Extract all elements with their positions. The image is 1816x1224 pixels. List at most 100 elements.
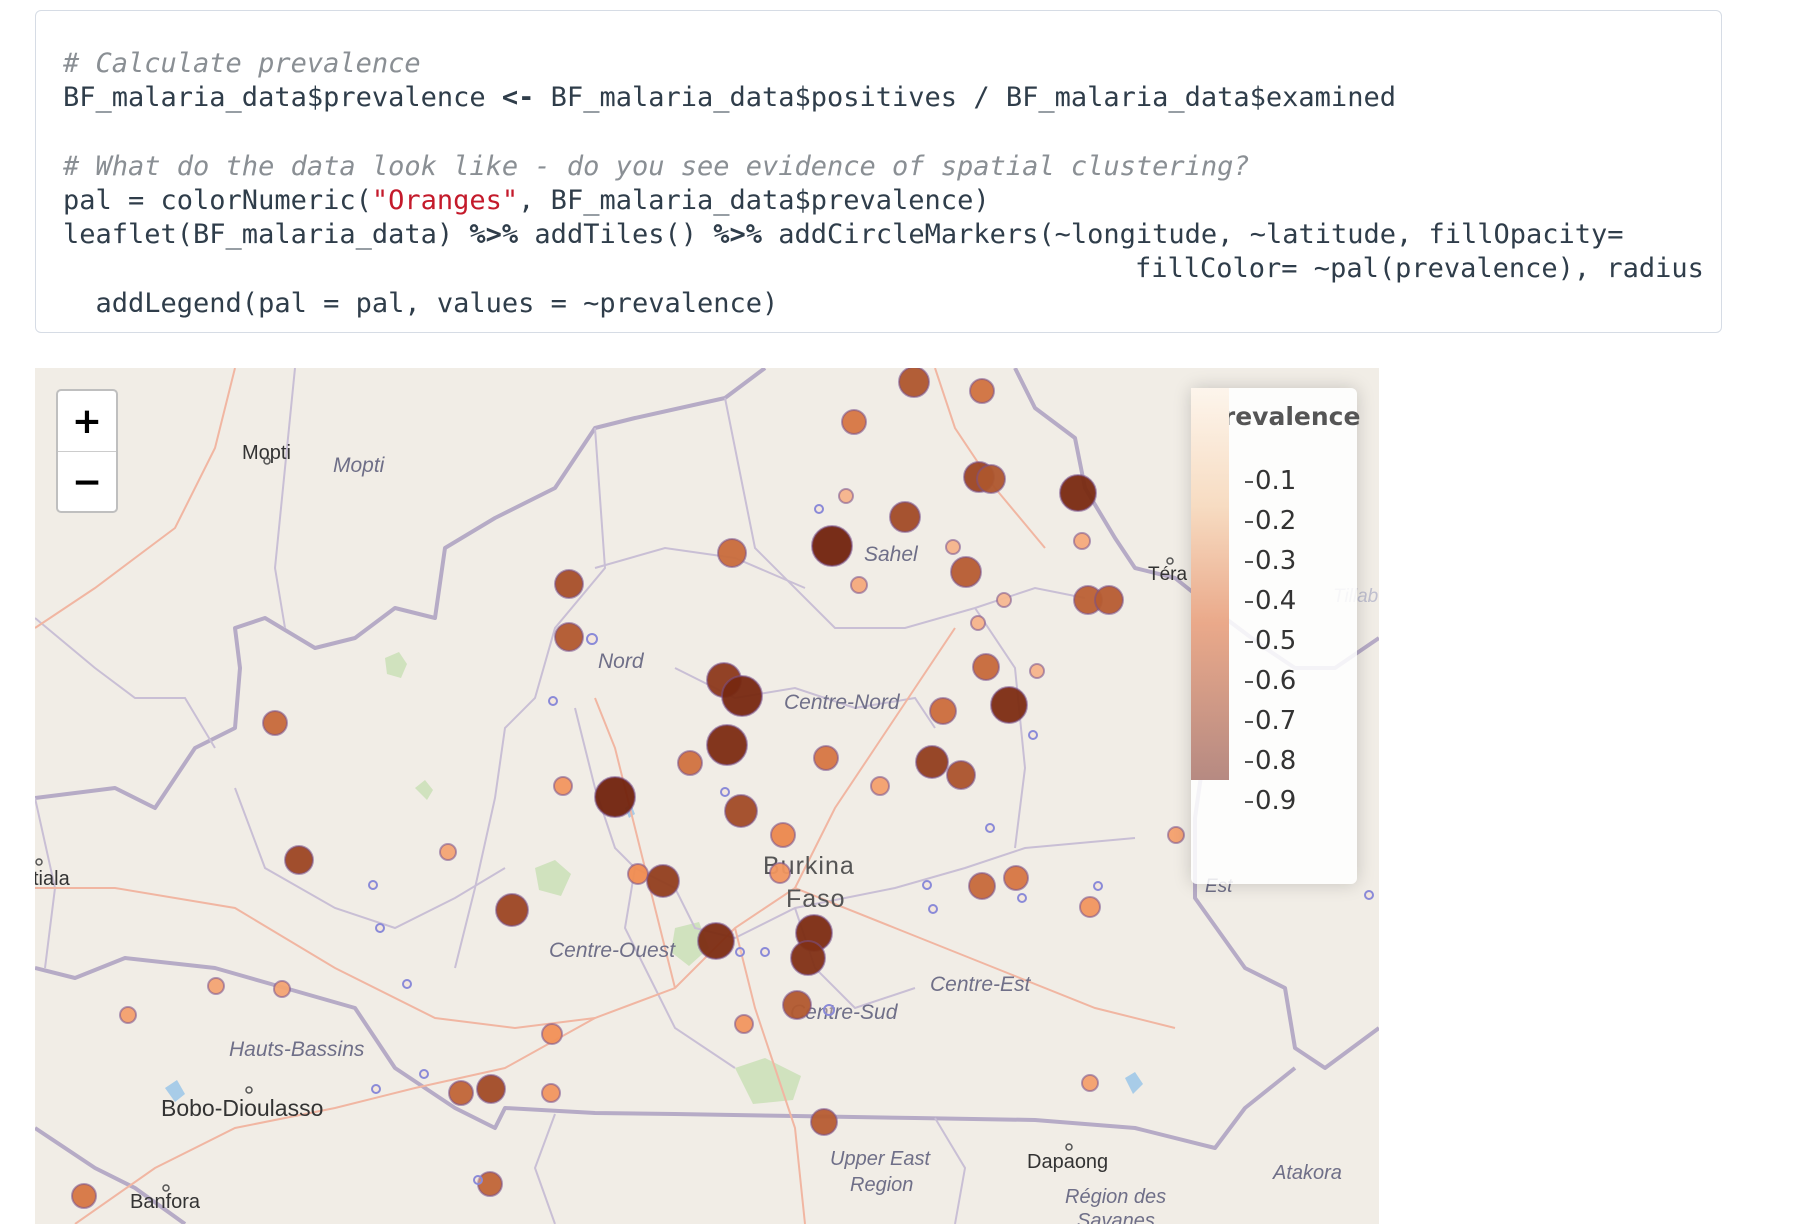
prevalence-marker[interactable] [697, 922, 735, 960]
prevalence-marker[interactable] [928, 904, 938, 914]
prevalence-marker[interactable] [476, 1074, 506, 1104]
legend-tick: 0.5 [1245, 626, 1296, 656]
prevalence-marker[interactable] [541, 1083, 561, 1103]
code-line: BF_malaria_data$prevalence <- BF_malaria… [63, 82, 1396, 113]
code-block: # Calculate prevalence BF_malaria_data$p… [35, 10, 1722, 333]
prevalence-marker[interactable] [760, 947, 770, 957]
prevalence-marker[interactable] [477, 1171, 503, 1197]
legend-tick: 0.6 [1245, 666, 1296, 696]
prevalence-marker[interactable] [646, 864, 680, 898]
prevalence-marker[interactable] [439, 843, 457, 861]
circle-markers-layer[interactable] [35, 368, 1379, 1224]
prevalence-marker[interactable] [1093, 881, 1103, 891]
prevalence-marker[interactable] [586, 633, 598, 645]
prevalence-marker[interactable] [915, 745, 949, 779]
zoom-in-button[interactable]: + [58, 391, 116, 451]
prevalence-marker[interactable] [371, 1084, 381, 1094]
prevalence-marker[interactable] [402, 979, 412, 989]
prevalence-marker[interactable] [262, 710, 288, 736]
zoom-control: + − [56, 389, 118, 513]
prevalence-marker[interactable] [1029, 663, 1045, 679]
legend-tick: 0.4 [1245, 586, 1296, 616]
prevalence-marker[interactable] [790, 940, 826, 976]
prevalence-marker[interactable] [769, 862, 791, 884]
code-comment: # What do the data look like - do you se… [63, 151, 1250, 182]
code-line: addLegend(pal = pal, values = ~prevalenc… [63, 288, 779, 319]
prevalence-marker[interactable] [1059, 474, 1097, 512]
legend-color-ramp [1191, 388, 1229, 780]
leaflet-map[interactable]: Mopti Mopti Sahel Téra Tillab Nord Centr… [35, 368, 1379, 1224]
prevalence-marker[interactable] [1094, 585, 1124, 615]
prevalence-marker[interactable] [823, 1004, 835, 1016]
prevalence-marker[interactable] [1073, 532, 1091, 550]
prevalence-marker[interactable] [1364, 890, 1374, 900]
prevalence-marker[interactable] [1167, 826, 1185, 844]
prevalence-marker[interactable] [972, 653, 1000, 681]
legend-tick: 0.2 [1245, 506, 1296, 536]
prevalence-marker[interactable] [990, 686, 1028, 724]
prevalence-marker[interactable] [1028, 730, 1038, 740]
prevalence-marker[interactable] [968, 872, 996, 900]
prevalence-marker[interactable] [735, 947, 745, 957]
prevalence-marker[interactable] [553, 776, 573, 796]
prevalence-marker[interactable] [898, 368, 930, 398]
prevalence-marker[interactable] [119, 1006, 137, 1024]
prevalence-marker[interactable] [838, 488, 854, 504]
prevalence-marker[interactable] [71, 1183, 97, 1209]
prevalence-marker[interactable] [782, 990, 812, 1020]
prevalence-marker[interactable] [548, 696, 558, 706]
prevalence-marker[interactable] [814, 504, 824, 514]
prevalence-marker[interactable] [724, 794, 758, 828]
prevalence-marker[interactable] [541, 1023, 563, 1045]
prevalence-marker[interactable] [554, 622, 584, 652]
prevalence-marker[interactable] [717, 538, 747, 568]
prevalence-marker[interactable] [841, 409, 867, 435]
prevalence-marker[interactable] [946, 760, 976, 790]
prevalence-marker[interactable] [273, 980, 291, 998]
legend-tick: 0.9 [1245, 786, 1296, 816]
prevalence-marker[interactable] [375, 923, 385, 933]
code-line: fillColor= ~pal(prevalence), radius [1135, 253, 1704, 284]
prevalence-marker[interactable] [811, 525, 853, 567]
prevalence-marker[interactable] [985, 823, 995, 833]
prevalence-marker[interactable] [677, 750, 703, 776]
legend-tick: 0.7 [1245, 706, 1296, 736]
zoom-out-button[interactable]: − [58, 451, 116, 512]
legend-tick: 0.3 [1245, 546, 1296, 576]
prevalence-marker[interactable] [970, 615, 986, 631]
prevalence-marker[interactable] [721, 675, 763, 717]
prevalence-marker[interactable] [720, 787, 730, 797]
prevalence-marker[interactable] [1003, 865, 1029, 891]
prevalence-marker[interactable] [207, 977, 225, 995]
prevalence-marker[interactable] [813, 745, 839, 771]
prevalence-marker[interactable] [929, 697, 957, 725]
prevalence-marker[interactable] [594, 776, 636, 818]
prevalence-marker[interactable] [996, 592, 1012, 608]
prevalence-marker[interactable] [627, 863, 649, 885]
code-comment: # Calculate prevalence [63, 48, 421, 79]
prevalence-marker[interactable] [945, 539, 961, 555]
prevalence-marker[interactable] [734, 1014, 754, 1034]
code-line: pal = colorNumeric("Oranges", BF_malaria… [63, 185, 990, 216]
prevalence-marker[interactable] [368, 880, 378, 890]
prevalence-marker[interactable] [473, 1175, 483, 1185]
prevalence-marker[interactable] [870, 776, 890, 796]
legend-tick: 0.1 [1245, 466, 1296, 496]
prevalence-marker[interactable] [922, 880, 932, 890]
prevalence-marker[interactable] [284, 845, 314, 875]
prevalence-marker[interactable] [706, 724, 748, 766]
prevalence-marker[interactable] [1017, 893, 1027, 903]
prevalence-marker[interactable] [554, 569, 584, 599]
prevalence-marker[interactable] [810, 1108, 838, 1136]
prevalence-marker[interactable] [950, 556, 982, 588]
prevalence-marker[interactable] [770, 822, 796, 848]
prevalence-marker[interactable] [889, 501, 921, 533]
prevalence-marker[interactable] [1081, 1074, 1099, 1092]
prevalence-marker[interactable] [495, 893, 529, 927]
prevalence-marker[interactable] [850, 576, 868, 594]
prevalence-marker[interactable] [1079, 896, 1101, 918]
prevalence-marker[interactable] [448, 1080, 474, 1106]
prevalence-marker[interactable] [969, 378, 995, 404]
prevalence-marker[interactable] [976, 464, 1006, 494]
prevalence-marker[interactable] [419, 1069, 429, 1079]
